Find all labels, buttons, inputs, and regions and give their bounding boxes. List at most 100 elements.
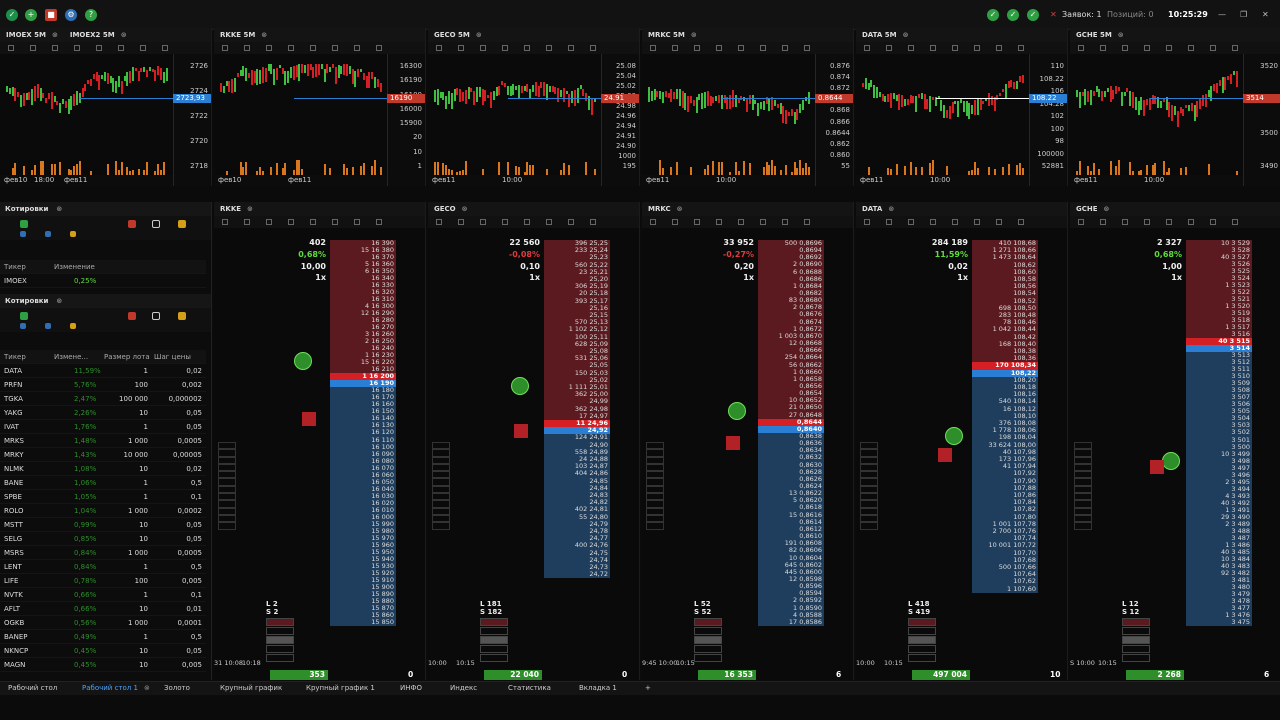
orderbook-tool-icon[interactable] — [930, 219, 936, 225]
chart-tool-icon[interactable] — [1210, 45, 1216, 51]
orderbook-tool-icon[interactable] — [502, 219, 508, 225]
chart-tool-icon[interactable] — [1122, 45, 1128, 51]
filter-icon[interactable] — [70, 323, 76, 329]
orderbook-tool-icon[interactable] — [1100, 219, 1106, 225]
chart-tool-icon[interactable] — [672, 45, 678, 51]
chart-tool-icon[interactable] — [568, 45, 574, 51]
workspace-tab[interactable]: Статистика — [508, 684, 551, 692]
workspace-tab[interactable]: Крупный график — [220, 684, 282, 692]
watchlist-row[interactable]: LENT 0,84% 1 0,5 — [0, 560, 206, 574]
chart-tool-icon[interactable] — [864, 45, 870, 51]
orderbook-panel[interactable]: DATA ⊗ 284 189 11,59% 0,02 1x 410 108,68 1 271 … — [856, 202, 1068, 680]
watchlist-row[interactable]: OGKB 0,56% 1 000 0,0001 — [0, 616, 206, 630]
orderbook-ladder[interactable]: 16 390 15 16 380 16 370 5 16 360 6 16 350 16 … — [330, 202, 396, 680]
close-tab-icon[interactable]: ⊗ — [144, 684, 150, 692]
orderbook-ladder[interactable]: 396 25,25 233 25,24 25,23 560 25,22 23 25,21… — [544, 202, 610, 680]
watchlist-row[interactable]: BANEP 0,49% 1 0,5 — [0, 630, 206, 644]
chart-tool-icon[interactable] — [52, 45, 58, 51]
watchlist-row[interactable]: NLMK 1,08% 10 0,02 — [0, 462, 206, 476]
chart-tool-icon[interactable] — [162, 45, 168, 51]
watchlist-row[interactable]: NVTK 0,66% 1 0,1 — [0, 588, 206, 602]
orderbook-tool-icon[interactable] — [650, 219, 656, 225]
watchlist-row[interactable]: MSTT 0,99% 10 0,05 — [0, 518, 206, 532]
orderbook-tool-icon[interactable] — [1144, 219, 1150, 225]
orderbook-tool-icon[interactable] — [716, 219, 722, 225]
chart-tool-icon[interactable] — [952, 45, 958, 51]
gear-icon[interactable]: ⚙ — [65, 9, 77, 21]
chart-tool-icon[interactable] — [760, 45, 766, 51]
chart-tool-icon[interactable] — [590, 45, 596, 51]
orderbook-tool-icon[interactable] — [1122, 219, 1128, 225]
chart-tool-icon[interactable] — [996, 45, 1002, 51]
orderbook-tool-icon[interactable] — [222, 219, 228, 225]
watchlist-small-row[interactable]: IMOEX 0,25% — [0, 274, 206, 288]
orderbook-tool-icon[interactable] — [436, 219, 442, 225]
chart-tool-icon[interactable] — [974, 45, 980, 51]
chart-tool-icon[interactable] — [96, 45, 102, 51]
orderbook-tool-icon[interactable] — [1166, 219, 1172, 225]
orderbook-tool-icon[interactable] — [952, 219, 958, 225]
watchlist-row[interactable]: NKNCP 0,45% 10 0,05 — [0, 644, 206, 658]
orderbook-panel[interactable]: MRKC ⊗ 33 952 -0,27% 0,20 1x 500 0,8696 0,8694 0… — [642, 202, 854, 680]
chart-tool-icon[interactable] — [804, 45, 810, 51]
chart-tool-icon[interactable] — [1188, 45, 1194, 51]
pencil-icon[interactable] — [20, 323, 26, 329]
chart-tool-icon[interactable] — [288, 45, 294, 51]
workspace-tab[interactable]: Рабочий стол 1 — [82, 684, 138, 692]
pencil-icon[interactable] — [20, 231, 26, 237]
orderbook-tool-icon[interactable] — [908, 219, 914, 225]
bid-row[interactable]: 3 475 — [1186, 618, 1252, 626]
orderbook-tool-icon[interactable] — [1078, 219, 1084, 225]
minimize-icon[interactable]: — — [1218, 10, 1226, 19]
chart-tool-icon[interactable] — [782, 45, 788, 51]
chart-tool-icon[interactable] — [546, 45, 552, 51]
help-icon[interactable]: ? — [85, 9, 97, 21]
add-icon[interactable]: + — [25, 9, 37, 21]
watchlist-row[interactable]: MSRS 0,84% 1 000 0,0005 — [0, 546, 206, 560]
stop-icon[interactable]: ■ — [45, 9, 57, 21]
chart-tool-icon[interactable] — [436, 45, 442, 51]
orderbook-tool-icon[interactable] — [458, 219, 464, 225]
watchlist-row[interactable]: MRKY 1,43% 10 000 0,00005 — [0, 448, 206, 462]
workspace-tab[interactable]: Золото — [164, 684, 190, 692]
chart-tool-icon[interactable] — [376, 45, 382, 51]
orderbook-panel[interactable]: GCHE ⊗ 2 327 0,68% 1,00 1x 10 3 529 3 528 40 3 5… — [1070, 202, 1280, 680]
chart-tool-icon[interactable] — [244, 45, 250, 51]
watchlist-row[interactable]: AFLT 0,66% 10 0,01 — [0, 602, 206, 616]
orderbook-tool-icon[interactable] — [480, 219, 486, 225]
orderbook-tool-icon[interactable] — [886, 219, 892, 225]
chart-panel[interactable]: MRKC 5M⊗0.8760.8740.8720.8700.8680.8660.… — [642, 28, 854, 186]
workspace-tab[interactable]: Рабочий стол — [8, 684, 57, 692]
orderbook-tool-icon[interactable] — [672, 219, 678, 225]
watchlist-row[interactable]: SPBE 1,05% 1 0,1 — [0, 490, 206, 504]
orderbook-panel[interactable]: RKKE ⊗ 402 0,68% 10,00 1x 16 390 15 16 380 16 37… — [214, 202, 426, 680]
chart-tool-icon[interactable] — [694, 45, 700, 51]
bid-row[interactable]: 17 0,8586 — [758, 618, 824, 626]
chart-tool-icon[interactable] — [118, 45, 124, 51]
watchlist-row[interactable]: MAGN 0,45% 10 0,005 — [0, 658, 206, 672]
orderbook-tool-icon[interactable] — [266, 219, 272, 225]
window-icon[interactable] — [152, 312, 160, 320]
bid-row[interactable]: 24,72 — [544, 570, 610, 579]
workspace-tab[interactable]: Крупный график 1 — [306, 684, 375, 692]
orderbook-ladder[interactable]: 10 3 529 3 528 40 3 527 3 526 3 525 3 524 1 3 … — [1186, 202, 1252, 680]
orderbook-ladder[interactable]: 410 108,68 1 271 108,66 1 473 108,64 108,62… — [972, 202, 1038, 680]
watchlist-row[interactable]: ROLO 1,04% 1 000 0,0002 — [0, 504, 206, 518]
chart-tool-icon[interactable] — [524, 45, 530, 51]
cancel-orders-icon[interactable]: ✕ — [1050, 10, 1057, 19]
chart-tool-icon[interactable] — [886, 45, 892, 51]
close-icon[interactable]: ✕ — [1262, 10, 1269, 19]
chart-panel[interactable]: IMOEX 5M ⊗ IMOEX2 5M ⊗ 2726 2724 2722 2720 2718 2… — [0, 28, 212, 186]
orderbook-tool-icon[interactable] — [288, 219, 294, 225]
chart-tool-icon[interactable] — [1232, 45, 1238, 51]
chart-tool-icon[interactable] — [266, 45, 272, 51]
orderbook-tool-icon[interactable] — [694, 219, 700, 225]
chart-tool-icon[interactable] — [1018, 45, 1024, 51]
orderbook-panel[interactable]: GECO ⊗ 22 560 -0,08% 0,10 1x 396 25,25 233 25,2… — [428, 202, 640, 680]
chart-tool-icon[interactable] — [74, 45, 80, 51]
add-ticker-icon[interactable] — [20, 312, 28, 320]
chart-panel[interactable]: GCHE 5M⊗ 3520 3514 3500 34903514 фев11 10:00 — [1070, 28, 1280, 186]
watchlist-row[interactable]: TGKA 2,47% 100 000 0,000002 — [0, 392, 206, 406]
star-icon[interactable] — [45, 231, 51, 237]
chart-tool-icon[interactable] — [738, 45, 744, 51]
